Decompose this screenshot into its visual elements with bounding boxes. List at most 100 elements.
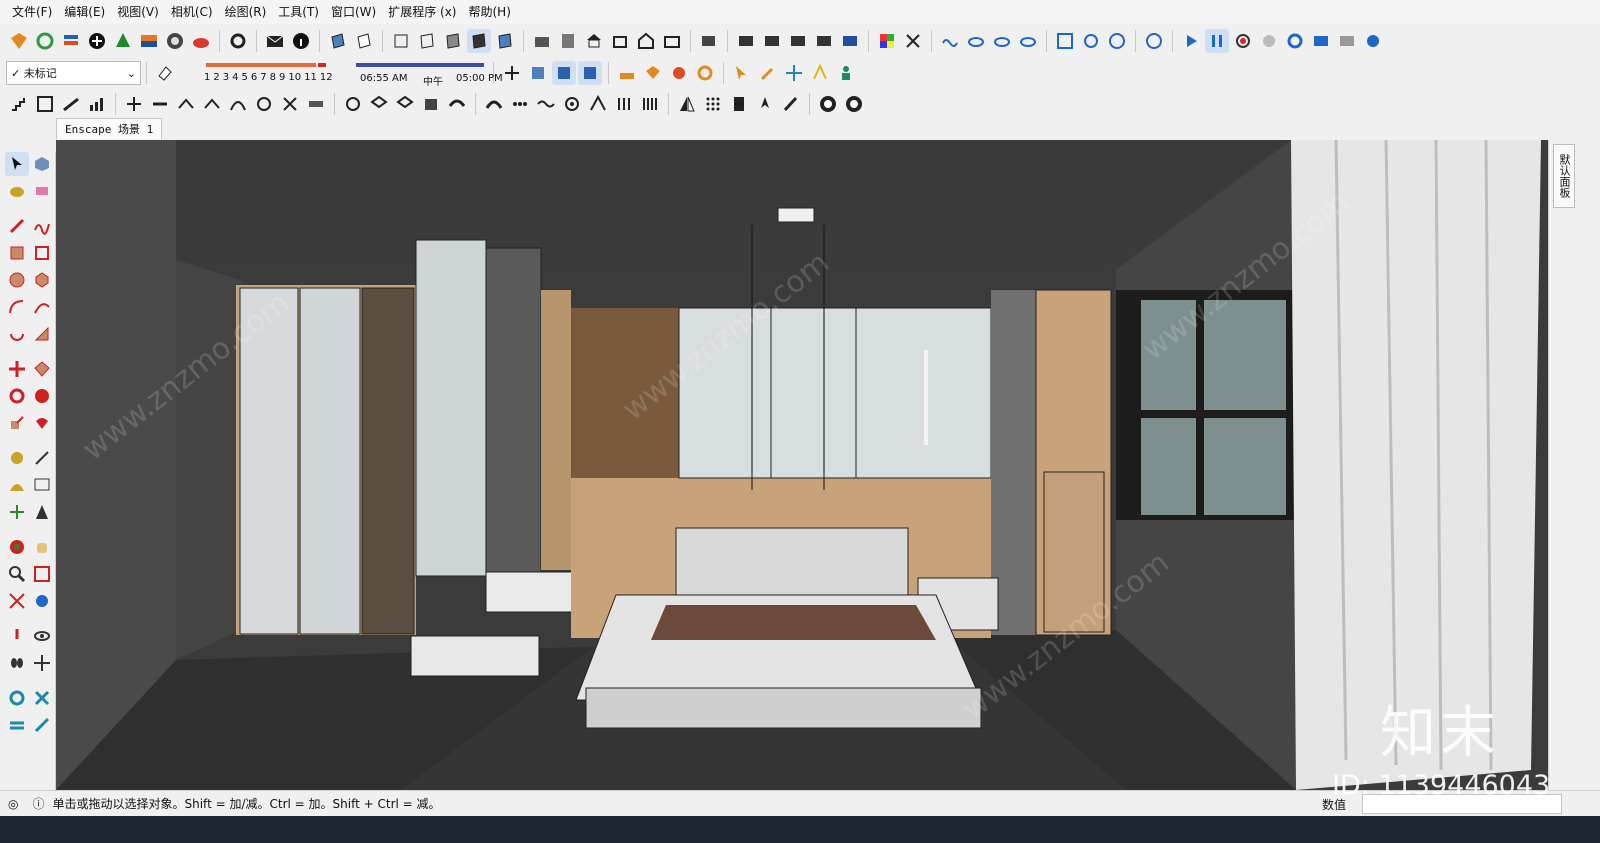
cloud-upload-icon[interactable] bbox=[189, 29, 213, 53]
color-palette-icon[interactable] bbox=[875, 29, 899, 53]
text-icon[interactable] bbox=[31, 473, 55, 497]
rectangle-icon[interactable] bbox=[5, 241, 29, 265]
render-circle-2-icon[interactable] bbox=[842, 92, 866, 116]
style-textured-icon[interactable] bbox=[467, 29, 491, 53]
bars-chart-icon[interactable] bbox=[85, 92, 109, 116]
profile-tool-1-icon[interactable] bbox=[122, 92, 146, 116]
split-tool-icon[interactable] bbox=[278, 92, 302, 116]
sandbox-add-detail-icon[interactable] bbox=[31, 713, 55, 737]
screenshot-icon[interactable] bbox=[1309, 29, 1333, 53]
menu-view[interactable]: 视图(V) bbox=[111, 0, 165, 24]
section-tool-icon[interactable] bbox=[31, 651, 55, 675]
axes-icon[interactable] bbox=[500, 61, 524, 85]
column-tool-icon[interactable] bbox=[638, 92, 662, 116]
network-icon[interactable] bbox=[1079, 29, 1103, 53]
menu-tools[interactable]: 工具(T) bbox=[272, 0, 325, 24]
component-1-icon[interactable] bbox=[734, 29, 758, 53]
layers-icon[interactable] bbox=[59, 29, 83, 53]
dot-grid-icon[interactable] bbox=[701, 92, 725, 116]
zoom-extents-icon[interactable] bbox=[5, 589, 29, 613]
house-outline-icon[interactable] bbox=[634, 29, 658, 53]
add-circle-icon[interactable] bbox=[85, 29, 109, 53]
position-camera-icon[interactable] bbox=[5, 624, 29, 648]
two-point-arc-icon[interactable] bbox=[31, 295, 55, 319]
sandbox-smoove-icon[interactable] bbox=[641, 61, 665, 85]
cloud-list-icon[interactable] bbox=[1016, 29, 1040, 53]
sandbox-flip-icon[interactable] bbox=[5, 713, 29, 737]
sandbox-icon[interactable] bbox=[615, 61, 639, 85]
cloud-link-icon[interactable] bbox=[990, 29, 1014, 53]
sandbox-scratch-icon[interactable] bbox=[31, 686, 55, 710]
previous-view-icon[interactable] bbox=[31, 589, 55, 613]
checker-material-icon[interactable] bbox=[163, 29, 187, 53]
tool-wrench-icon[interactable] bbox=[756, 61, 780, 85]
3d-text-icon[interactable] bbox=[31, 500, 55, 524]
style-wireframe-icon[interactable] bbox=[415, 29, 439, 53]
info-circle-icon[interactable]: ⓘ bbox=[32, 795, 44, 812]
render-circle-icon[interactable] bbox=[816, 92, 840, 116]
curve-tool-icon[interactable] bbox=[341, 92, 365, 116]
menu-camera[interactable]: 相机(C) bbox=[165, 0, 219, 24]
make-component-icon[interactable] bbox=[31, 152, 55, 176]
scale-icon[interactable] bbox=[5, 411, 29, 435]
section-plane-icon[interactable] bbox=[697, 29, 721, 53]
move-icon[interactable] bbox=[5, 357, 29, 381]
fan-tool-icon[interactable] bbox=[586, 92, 610, 116]
enscape-logo-icon[interactable] bbox=[1142, 29, 1166, 53]
arch-tool-icon[interactable] bbox=[482, 92, 506, 116]
follow-me-icon[interactable] bbox=[31, 384, 55, 408]
rotate-sync-icon[interactable] bbox=[1105, 29, 1129, 53]
three-point-arc-icon[interactable] bbox=[5, 322, 29, 346]
help-icon[interactable] bbox=[1361, 29, 1385, 53]
geo-location-icon[interactable]: ◎ bbox=[8, 797, 18, 811]
push-pull-icon[interactable] bbox=[31, 357, 55, 381]
cloud-sync-icon[interactable] bbox=[964, 29, 988, 53]
view-top-icon[interactable] bbox=[352, 29, 376, 53]
home-icon[interactable] bbox=[582, 29, 606, 53]
ramp-icon[interactable] bbox=[59, 92, 83, 116]
spiral-tool-icon[interactable] bbox=[560, 92, 584, 116]
grid-array-icon[interactable] bbox=[612, 92, 636, 116]
stop-icon[interactable] bbox=[1257, 29, 1281, 53]
menu-draw[interactable]: 绘图(R) bbox=[219, 0, 273, 24]
sandbox-drape-icon[interactable] bbox=[693, 61, 717, 85]
dimension-icon[interactable] bbox=[31, 446, 55, 470]
info-icon[interactable] bbox=[289, 29, 313, 53]
menu-extensions[interactable]: 扩展程序 (x) bbox=[382, 0, 462, 24]
plugin-logo-icon[interactable] bbox=[7, 29, 31, 53]
style-shaded-icon[interactable] bbox=[441, 29, 465, 53]
dots-tool-icon[interactable] bbox=[508, 92, 532, 116]
model-viewport[interactable]: www.znzmo.com www.znzmo.com www.znzmo.co… bbox=[56, 140, 1548, 790]
rotated-rectangle-icon[interactable] bbox=[31, 241, 55, 265]
tag-selector[interactable]: ✓ 未标记 ⌄ bbox=[6, 61, 141, 85]
look-around-icon[interactable] bbox=[31, 624, 55, 648]
line-pencil-icon[interactable] bbox=[5, 214, 29, 238]
pointer-orange-icon[interactable] bbox=[730, 61, 754, 85]
box-tool-icon[interactable] bbox=[419, 92, 443, 116]
style-xray-icon[interactable] bbox=[389, 29, 413, 53]
bend-tool-icon[interactable] bbox=[445, 92, 469, 116]
freehand-icon[interactable] bbox=[31, 214, 55, 238]
panel-tool-icon[interactable] bbox=[727, 92, 751, 116]
window-icon[interactable] bbox=[1335, 29, 1359, 53]
sky-icon[interactable] bbox=[137, 29, 161, 53]
arc-icon[interactable] bbox=[5, 295, 29, 319]
loop-tool-icon[interactable] bbox=[252, 92, 276, 116]
paint-bucket-icon[interactable] bbox=[5, 179, 29, 203]
wave-tool-icon[interactable] bbox=[534, 92, 558, 116]
profile-tool-2-icon[interactable] bbox=[148, 92, 172, 116]
profile-tool-4-icon[interactable] bbox=[200, 92, 224, 116]
circle-icon[interactable] bbox=[5, 268, 29, 292]
slab-tool-icon[interactable] bbox=[304, 92, 328, 116]
cube-outline-icon[interactable] bbox=[552, 61, 576, 85]
component-5-icon[interactable] bbox=[838, 29, 862, 53]
record-icon[interactable] bbox=[1231, 29, 1255, 53]
tray-tab-default[interactable]: 默认面板 bbox=[1553, 144, 1575, 208]
compass-tool-icon[interactable] bbox=[808, 61, 832, 85]
pie-icon[interactable] bbox=[31, 322, 55, 346]
menu-help[interactable]: 帮助(H) bbox=[462, 0, 516, 24]
component-4-icon[interactable] bbox=[812, 29, 836, 53]
move-arrows-icon[interactable] bbox=[782, 61, 806, 85]
pause-icon[interactable] bbox=[1205, 29, 1229, 53]
refresh-icon[interactable] bbox=[33, 29, 57, 53]
